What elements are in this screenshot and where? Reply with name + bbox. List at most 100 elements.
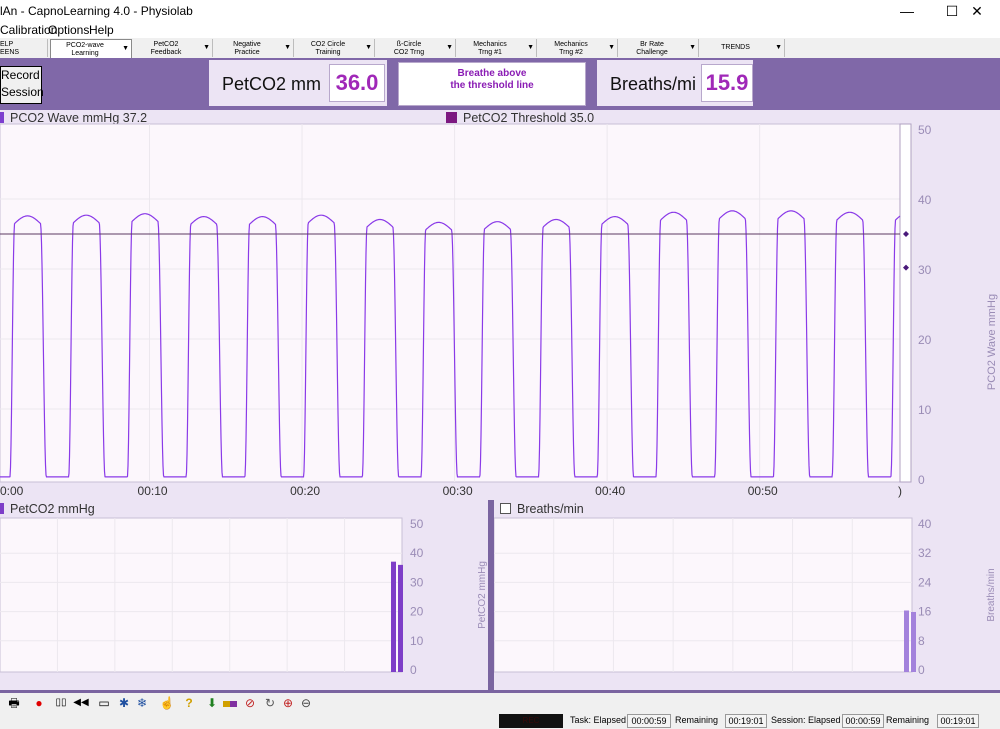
print-icon[interactable]: 🖶 xyxy=(6,695,22,711)
tab-mechanics-training-1[interactable]: Mechanics Trng #1 ▼ xyxy=(456,39,537,57)
dropdown-arrow-icon: ▼ xyxy=(122,45,129,52)
dropdown-arrow-icon: ▼ xyxy=(284,44,291,51)
y-tick-label: 50 xyxy=(918,123,932,137)
petco2-trend-panel: PetCO2 mmHg 50 40 30 20 10 0 PetCO2 mmHg xyxy=(0,500,488,690)
task-label: Task: Elapsed xyxy=(570,715,627,725)
tab-pco2-wave-learning[interactable]: PCO2-wave Learning ▼ xyxy=(50,39,132,59)
tab-negative-practice[interactable]: Negative Practice ▼ xyxy=(213,39,294,57)
breaths-label: Breaths/mi xyxy=(610,74,697,94)
hand-icon[interactable]: ☝ xyxy=(159,695,175,711)
y-tick-label: 30 xyxy=(918,263,932,277)
record-icon[interactable]: ● xyxy=(31,695,47,711)
breaths-display: Breaths/mi 15.9 xyxy=(597,60,753,106)
marker-icon[interactable]: ⬇ xyxy=(204,695,220,711)
minus-icon[interactable]: ⊖ xyxy=(298,695,314,711)
tab-br-rate-challenge[interactable]: Br Rate Challenge ▼ xyxy=(618,39,699,57)
color-bar-icon[interactable] xyxy=(222,695,238,711)
breaths-trend-panel: Breaths/min 40 32 24 16 8 0 Breaths/min xyxy=(494,500,1000,690)
x-tick-label: 00:40 xyxy=(595,484,625,498)
tab-co2-circle-training[interactable]: CO2 Circle Training ▼ xyxy=(294,39,375,57)
dropdown-arrow-icon: ▼ xyxy=(608,44,615,51)
y-axis-label: PetCO2 mmHg xyxy=(477,561,488,629)
y-tick-label: 50 xyxy=(410,517,424,531)
x-tick-label: 00:50 xyxy=(748,484,778,498)
menu-options[interactable]: Options xyxy=(48,23,89,37)
bar xyxy=(911,611,916,672)
status-bar: REC Task: Elapsed 00:00:59 Remaining 00:… xyxy=(0,713,1000,729)
bar xyxy=(391,561,396,672)
rewind-icon[interactable]: ◀◀ xyxy=(73,695,89,711)
y-tick-label: 0 xyxy=(918,663,925,677)
dropdown-arrow-icon: ▼ xyxy=(775,44,782,51)
dropdown-arrow-icon: ▼ xyxy=(365,44,372,51)
x-tick-label: 00:30 xyxy=(443,484,473,498)
instruction-message: Breathe above the threshold line xyxy=(398,62,586,106)
x-tick-label: 00:20 xyxy=(290,484,320,498)
petco2-bar-chart: 50 40 30 20 10 0 PetCO2 mmHg xyxy=(0,517,488,677)
crosshair-icon[interactable]: ⊕ xyxy=(280,695,296,711)
pco2-wave-chart: 50 40 30 20 10 0 PCO2 Wave mmHg 0:00 00:10 00:20 0… xyxy=(0,123,998,498)
y-tick-label: 10 xyxy=(918,403,932,417)
tab-petco2-feedback[interactable]: PetCO2 Feedback ▼ xyxy=(132,39,213,57)
record-session-button[interactable]: Record Session xyxy=(0,66,44,104)
plot-area xyxy=(0,123,901,483)
window-icon[interactable]: ▭ xyxy=(96,695,112,711)
pco2-wave-panel: PCO2 Wave mmHg 37.2 PetCO2 Threshold 35.… xyxy=(0,110,1000,500)
y-tick-label: 20 xyxy=(410,605,424,619)
tab-mechanics-training-2[interactable]: Mechanics Trng #2 ▼ xyxy=(537,39,618,57)
dropdown-arrow-icon: ▼ xyxy=(689,44,696,51)
petco2-value: 36.0 xyxy=(329,64,385,102)
dropdown-arrow-icon: ▼ xyxy=(203,44,210,51)
y-tick-label: 20 xyxy=(918,333,932,347)
session-remaining-label: Remaining xyxy=(886,715,930,725)
y-tick-label: 32 xyxy=(918,546,932,560)
y-tick-label: 30 xyxy=(410,575,424,589)
snapshot-icon[interactable]: ❄ xyxy=(134,695,150,711)
tab-trends[interactable]: TRENDS ▼ xyxy=(699,39,785,57)
y-tick-label: 0 xyxy=(918,473,925,487)
plot-area xyxy=(494,517,913,673)
y-axis-label: Breaths/min xyxy=(986,568,997,621)
rec-indicator: REC xyxy=(499,714,563,728)
tab-b-circle-co2-training[interactable]: ß-Circle CO2 Trng ▼ xyxy=(375,39,456,57)
window-title: lAn - CapnoLearning 4.0 - Physiolab xyxy=(0,4,193,18)
petco2-label: PetCO2 mm xyxy=(222,74,322,94)
x-tick-label: ) xyxy=(898,484,902,498)
y-tick-label: 16 xyxy=(918,605,932,619)
breaths-bar-chart: 40 32 24 16 8 0 Breaths/min xyxy=(494,517,997,677)
session-elapsed: 00:00:59 xyxy=(842,714,884,728)
tab-help-screens[interactable]: ELP EENS xyxy=(0,39,48,57)
x-tick-label: 00:10 xyxy=(138,484,168,498)
settings-icon[interactable]: ✱ xyxy=(116,695,132,711)
task-remaining: 00:19:01 xyxy=(725,714,767,728)
bar xyxy=(398,564,403,672)
session-label: Session: Elapsed xyxy=(771,715,841,725)
bar xyxy=(904,610,909,672)
title-bar: lAn - CapnoLearning 4.0 - Physiolab — ☐ … xyxy=(0,0,1000,22)
session-remaining: 00:19:01 xyxy=(937,714,979,728)
menu-bar: Calibration Options Help xyxy=(0,22,1000,38)
dropdown-arrow-icon: ▼ xyxy=(446,44,453,51)
scale-strip xyxy=(899,123,912,483)
y-tick-label: 10 xyxy=(410,634,424,648)
pause-icon[interactable]: ▯▯ xyxy=(53,695,69,711)
close-button[interactable]: ✕ xyxy=(954,0,1000,22)
task-remaining-label: Remaining xyxy=(675,715,719,725)
breaths-value: 15.9 xyxy=(701,64,753,102)
menu-help[interactable]: Help xyxy=(89,23,114,37)
plot-area xyxy=(0,517,403,673)
x-tick-label: 0:00 xyxy=(0,484,24,498)
dropdown-arrow-icon: ▼ xyxy=(527,44,534,51)
minimize-button[interactable]: — xyxy=(884,0,930,22)
refresh-icon[interactable]: ↻ xyxy=(262,695,278,711)
y-tick-label: 8 xyxy=(918,634,925,648)
y-tick-label: 0 xyxy=(410,663,417,677)
screen-tab-bar: ELP EENS PCO2-wave Learning ▼ PetCO2 Feed… xyxy=(0,38,1000,59)
petco2-display: PetCO2 mm 36.0 xyxy=(209,60,387,106)
y-tick-label: 40 xyxy=(918,193,932,207)
help-icon[interactable]: ? xyxy=(181,695,197,711)
y-tick-label: 40 xyxy=(918,517,932,531)
bottom-toolbar: 🖶 ● ▯▯ ◀◀ ▭ ✱ ❄ ☝ ? ⬇ ⊘ ↻ ⊕ ⊖ xyxy=(0,693,1000,713)
y-axis-label: PCO2 Wave mmHg xyxy=(986,294,998,390)
no-sound-icon[interactable]: ⊘ xyxy=(242,695,258,711)
